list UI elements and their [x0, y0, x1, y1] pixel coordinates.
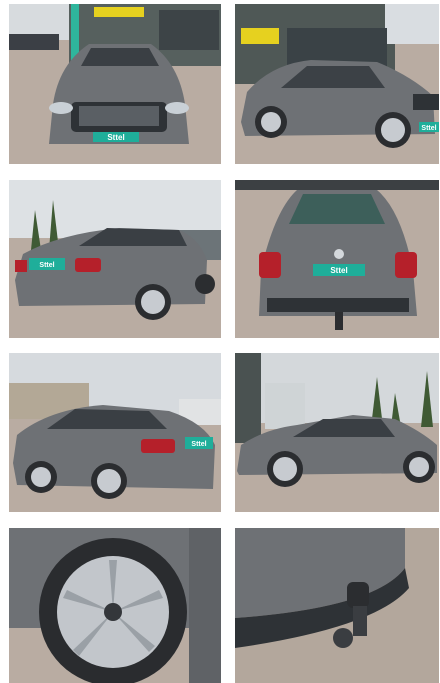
- gallery-photo-rear-side[interactable]: Sttel: [9, 353, 221, 512]
- gallery-photo-tow-hitch[interactable]: [235, 528, 439, 683]
- car-front-image: Sttel: [9, 4, 221, 164]
- car-front-right-image: Sttel: [235, 4, 439, 164]
- wheel-detail-image: [9, 528, 221, 683]
- car-rear-side-image: Sttel: [9, 353, 221, 512]
- gallery-photo-front-right[interactable]: Sttel: [235, 4, 439, 164]
- car-left-side-image: [235, 353, 439, 512]
- license-plate-text: Sttel: [39, 262, 54, 269]
- gallery-photo-rear-left[interactable]: Sttel: [9, 180, 221, 338]
- gallery-photo-front[interactable]: Sttel: [9, 4, 221, 164]
- car-rear-image: Sttel: [235, 180, 439, 338]
- license-plate-text: Sttel: [191, 441, 206, 448]
- license-plate-text: Sttel: [330, 266, 347, 275]
- gallery-photo-rear[interactable]: Sttel: [235, 180, 439, 338]
- tow-hitch-image: [235, 528, 439, 683]
- license-plate-text: Sttel: [421, 125, 436, 132]
- gallery-photo-wheel[interactable]: [9, 528, 221, 683]
- gallery-photo-left-side[interactable]: [235, 353, 439, 512]
- license-plate-text: Sttel: [107, 133, 124, 142]
- car-rear-left-image: Sttel: [9, 180, 221, 338]
